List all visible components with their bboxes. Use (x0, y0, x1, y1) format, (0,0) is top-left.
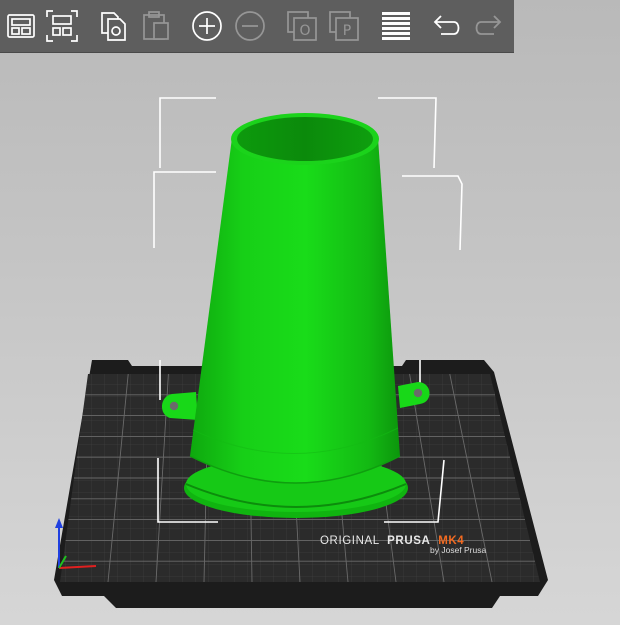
svg-text:P: P (343, 23, 351, 39)
bed-brand-prusa: PRUSA (387, 535, 430, 547)
3d-viewport[interactable]: ORIGINAL PRUSA MK4 by Josef Prusa (0, 0, 620, 625)
arrange-icon (7, 14, 35, 38)
undo-icon (433, 15, 460, 35)
redo-button[interactable] (470, 7, 508, 45)
copy-button[interactable] (94, 7, 132, 45)
add-instance-button[interactable] (188, 7, 226, 45)
redo-icon (475, 15, 502, 35)
remove-instance-icon (235, 11, 265, 41)
cone-tab-left (161, 392, 198, 420)
copy-icon (101, 12, 126, 41)
undo-button[interactable] (427, 7, 465, 45)
arrange-button[interactable] (2, 7, 40, 45)
split-objects-icon: O (287, 11, 317, 41)
model-cone[interactable] (161, 113, 430, 518)
bed-brand-by: by Josef Prusa (430, 545, 486, 555)
split-parts-button[interactable]: P (325, 7, 363, 45)
cone-opening (237, 117, 373, 161)
bed-brand-original: ORIGINAL (320, 535, 380, 547)
top-toolbar: O P (0, 0, 514, 53)
remove-instance-button[interactable] (231, 7, 269, 45)
svg-text:O: O (299, 23, 310, 39)
variable-layer-height-button[interactable] (377, 7, 415, 45)
paste-icon (143, 11, 169, 40)
arrange-selection-icon (46, 10, 78, 42)
split-parts-icon: P (329, 11, 359, 41)
split-objects-button[interactable]: O (283, 7, 321, 45)
arrange-selection-button[interactable] (43, 7, 81, 45)
cone-body (190, 138, 400, 483)
layers-icon (382, 12, 410, 40)
add-instance-icon (192, 11, 222, 41)
paste-button[interactable] (136, 7, 174, 45)
